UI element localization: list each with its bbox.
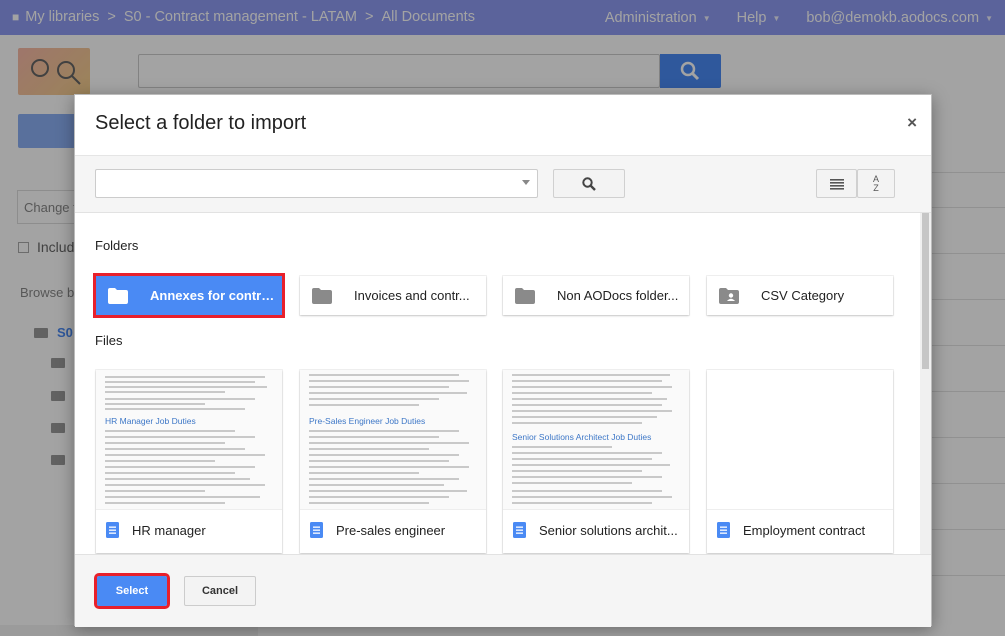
folder-name: CSV Category: [761, 288, 845, 303]
dialog-title: Select a folder to import: [95, 112, 307, 134]
file-card-pre-sales-engineer[interactable]: Pre-Sales Engineer Job Duties Pre-sales …: [300, 370, 486, 553]
file-card-hr-manager[interactable]: HR Manager Job Duties HR manager: [96, 370, 282, 553]
dialog-header: Select a folder to import ×: [75, 95, 931, 156]
dialog-toolbar: A Z: [75, 156, 931, 213]
folder-card-non-aodocs[interactable]: Non AODocs folder...: [503, 276, 689, 315]
file-card-employment-contract[interactable]: Employment contract: [707, 370, 893, 553]
shared-folder-icon: [719, 287, 739, 304]
sort-az-button[interactable]: A Z: [857, 169, 895, 198]
select-button[interactable]: Select: [94, 573, 170, 609]
folder-name: Invoices and contr...: [354, 288, 470, 303]
document-preview: Pre-Sales Engineer Job Duties: [300, 370, 486, 510]
list-view-icon: [829, 178, 844, 190]
file-name: HR manager: [132, 523, 206, 538]
document-preview: HR Manager Job Duties: [96, 370, 282, 510]
scrollbar-thumb[interactable]: [922, 213, 929, 369]
doc-icon: [310, 522, 323, 538]
preview-heading: Senior Solutions Architect Job Duties: [512, 432, 652, 442]
import-folder-dialog: Select a folder to import × A Z Folders …: [74, 94, 932, 627]
list-view-button[interactable]: [816, 169, 857, 198]
folder-icon: [312, 287, 332, 304]
folder-card-annexes[interactable]: Annexes for contra...: [93, 273, 285, 318]
dropdown-arrow-icon: [522, 180, 530, 185]
folder-card-csv-category[interactable]: CSV Category: [707, 276, 893, 315]
file-name: Pre-sales engineer: [336, 523, 446, 538]
cancel-button[interactable]: Cancel: [184, 576, 256, 606]
search-icon: [582, 176, 596, 191]
scrollbar[interactable]: [920, 213, 931, 554]
preview-heading: Pre-Sales Engineer Job Duties: [309, 416, 426, 426]
folder-name: Annexes for contra...: [150, 288, 276, 303]
file-card-senior-solutions-architect[interactable]: Senior Solutions Architect Job Duties Se…: [503, 370, 689, 553]
document-preview: Senior Solutions Architect Job Duties: [503, 370, 689, 510]
folder-icon: [515, 287, 535, 304]
folders-heading: Folders: [95, 238, 139, 253]
sort-az-icon: A Z: [872, 173, 879, 193]
dialog-footer: Select Cancel: [75, 554, 931, 627]
doc-icon: [106, 522, 119, 538]
folder-search-combobox[interactable]: [95, 169, 538, 198]
doc-icon: [513, 522, 526, 538]
file-name: Employment contract: [743, 523, 866, 538]
document-preview: [707, 370, 893, 510]
folder-name: Non AODocs folder...: [557, 288, 679, 303]
search-button[interactable]: [553, 169, 625, 198]
folder-card-invoices[interactable]: Invoices and contr...: [300, 276, 486, 315]
close-icon[interactable]: ×: [907, 113, 917, 133]
doc-icon: [717, 522, 730, 538]
folder-icon: [108, 287, 128, 304]
files-heading: Files: [95, 333, 123, 348]
file-name: Senior solutions archit...: [539, 523, 678, 538]
preview-heading: HR Manager Job Duties: [105, 416, 196, 426]
dialog-body: Folders Annexes for contra... Invoices a…: [75, 213, 931, 554]
